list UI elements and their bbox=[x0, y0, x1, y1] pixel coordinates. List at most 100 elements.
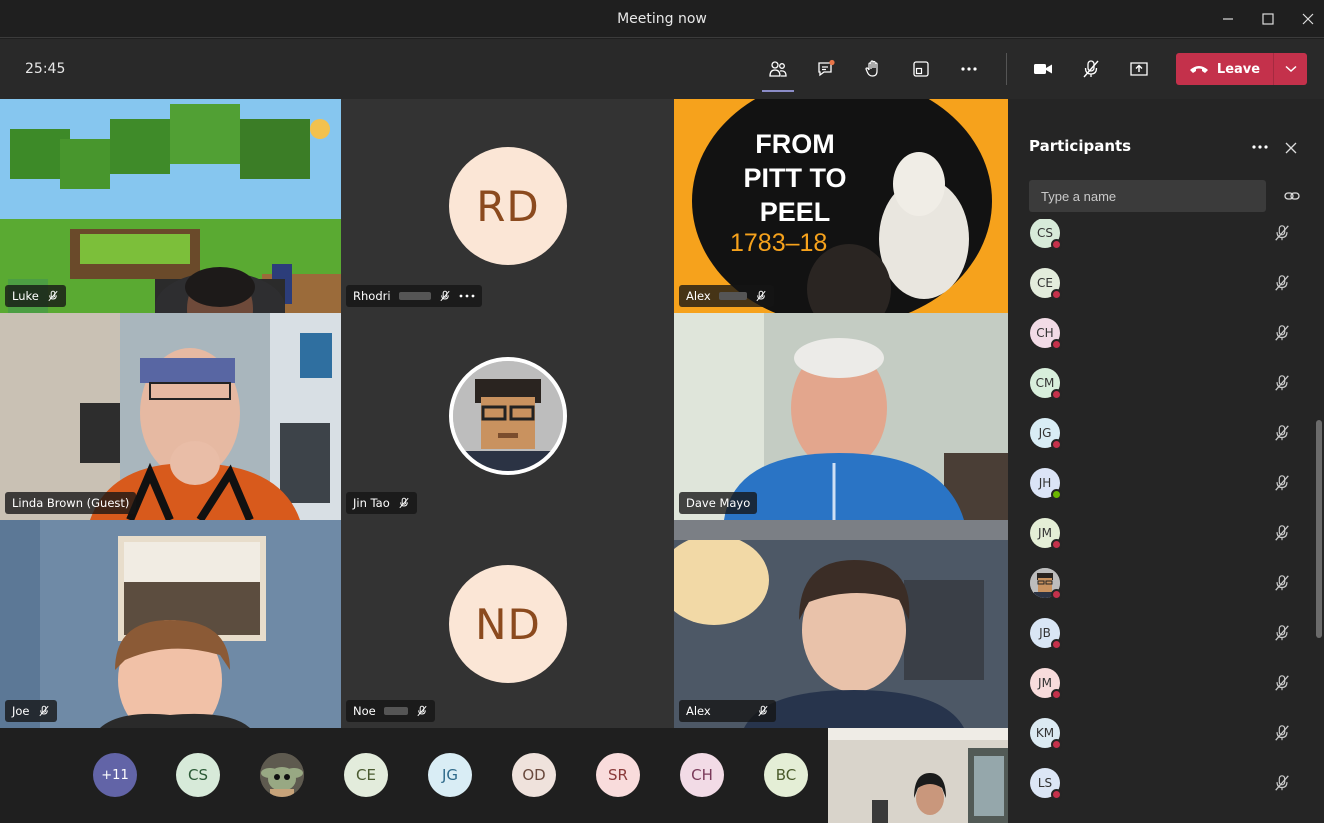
participant-list-scrollbar[interactable] bbox=[1316, 420, 1322, 638]
maximize-button[interactable] bbox=[1251, 6, 1285, 32]
minimize-icon bbox=[1223, 18, 1233, 20]
participant-chip[interactable]: JG bbox=[428, 753, 472, 797]
minecraft-background-image bbox=[0, 99, 341, 313]
breakout-rooms-button[interactable] bbox=[905, 53, 937, 85]
mic-off-icon bbox=[1275, 225, 1289, 241]
status-busy-icon bbox=[1051, 439, 1062, 450]
participant-chip-photo[interactable] bbox=[260, 753, 304, 797]
participant-initials: CH bbox=[1036, 326, 1054, 340]
video-tile-rhodri[interactable]: RD Rhodri bbox=[341, 99, 674, 313]
leave-options-button[interactable] bbox=[1273, 53, 1307, 85]
participant-initials: CS bbox=[1037, 226, 1053, 240]
panel-more-button[interactable] bbox=[1250, 139, 1270, 155]
participant-row[interactable]: JB bbox=[1008, 608, 1308, 658]
video-tile-dave-mayo[interactable]: Dave Mayo bbox=[674, 313, 1008, 520]
participant-row[interactable]: JM bbox=[1008, 658, 1308, 708]
participant-initials: JG bbox=[1038, 426, 1052, 440]
nameplate: Luke bbox=[5, 285, 66, 307]
participant-avatar: CH bbox=[1030, 318, 1062, 350]
participant-mute-toggle[interactable] bbox=[1273, 274, 1291, 292]
maximize-icon bbox=[1262, 13, 1274, 25]
participant-mute-toggle[interactable] bbox=[1273, 424, 1291, 442]
participant-row[interactable]: CM bbox=[1008, 358, 1308, 408]
video-tile-linda-brown[interactable]: Linda Brown (Guest) bbox=[0, 313, 341, 520]
meeting-timer: 25:45 bbox=[25, 61, 66, 77]
participant-mute-toggle[interactable] bbox=[1273, 724, 1291, 742]
show-chat-button[interactable] bbox=[810, 53, 842, 85]
participant-row[interactable]: JG bbox=[1008, 408, 1308, 458]
participant-chip[interactable]: CH bbox=[680, 753, 724, 797]
more-actions-button[interactable] bbox=[953, 53, 985, 85]
participant-mute-toggle[interactable] bbox=[1273, 574, 1291, 592]
share-screen-button[interactable] bbox=[1123, 53, 1155, 85]
leave-button[interactable]: Leave bbox=[1176, 53, 1273, 85]
status-available-icon bbox=[1051, 489, 1062, 500]
hang-up-icon bbox=[1189, 66, 1208, 73]
leave-label: Leave bbox=[1216, 61, 1261, 77]
mute-button[interactable] bbox=[1075, 53, 1107, 85]
participant-avatar: JG bbox=[1030, 418, 1062, 450]
participant-row[interactable]: JM bbox=[1008, 508, 1308, 558]
participant-search-input[interactable] bbox=[1029, 180, 1266, 212]
participant-row[interactable] bbox=[1008, 558, 1308, 608]
video-tile-jin-tao[interactable]: Jin Tao bbox=[341, 313, 674, 520]
camera-button[interactable] bbox=[1027, 53, 1059, 85]
more-icon[interactable] bbox=[459, 290, 475, 302]
participant-mute-toggle[interactable] bbox=[1273, 224, 1291, 242]
participant-chip[interactable]: OD bbox=[512, 753, 556, 797]
status-busy-icon bbox=[1051, 739, 1062, 750]
video-tile-luke[interactable]: Luke bbox=[0, 99, 341, 313]
participant-mute-toggle[interactable] bbox=[1273, 374, 1291, 392]
video-tile-noe[interactable]: ND Noe bbox=[341, 520, 674, 728]
participant-mute-toggle[interactable] bbox=[1273, 474, 1291, 492]
mic-off-icon bbox=[1275, 725, 1289, 741]
show-participants-button[interactable] bbox=[762, 53, 794, 92]
participant-name: Linda Brown (Guest) bbox=[12, 496, 130, 510]
video-tile-alex-slide[interactable]: FROM PITT TO PEEL 1783–18 Alex bbox=[674, 99, 1008, 313]
leave-button-group: Leave bbox=[1176, 53, 1307, 85]
participant-row[interactable]: JH bbox=[1008, 458, 1308, 508]
status-busy-icon bbox=[1051, 539, 1062, 550]
nameplate: Dave Mayo bbox=[679, 492, 758, 514]
participant-chip[interactable]: SR bbox=[596, 753, 640, 797]
meeting-toolbar: 25:45 Leave bbox=[0, 39, 1324, 99]
mic-off-icon bbox=[1275, 425, 1289, 441]
video-tile-joe[interactable]: Joe bbox=[0, 520, 341, 728]
participant-row[interactable]: CH bbox=[1008, 308, 1308, 358]
participant-mute-toggle[interactable] bbox=[1273, 774, 1291, 792]
participant-chip[interactable]: CS bbox=[176, 753, 220, 797]
participant-avatar: JB bbox=[1030, 618, 1062, 650]
self-view[interactable] bbox=[828, 728, 1008, 823]
participant-mute-toggle[interactable] bbox=[1273, 524, 1291, 542]
participant-row[interactable]: CE bbox=[1008, 258, 1308, 308]
share-icon bbox=[1130, 62, 1148, 76]
participant-name: Luke bbox=[12, 289, 39, 303]
participant-name: Dave Mayo bbox=[686, 496, 751, 510]
participant-mute-toggle[interactable] bbox=[1273, 674, 1291, 692]
video-tile-alex[interactable]: Alex bbox=[674, 520, 1008, 728]
more-participants-chip[interactable]: +11 bbox=[93, 753, 137, 797]
participant-chip[interactable]: BC bbox=[764, 753, 808, 797]
mic-off-icon bbox=[1275, 525, 1289, 541]
raise-hand-button[interactable] bbox=[857, 53, 889, 85]
redacted-surname bbox=[383, 707, 408, 715]
participant-avatar: CS bbox=[1030, 219, 1062, 250]
participant-chip[interactable]: CE bbox=[344, 753, 388, 797]
participant-row[interactable]: LS bbox=[1008, 758, 1308, 808]
mic-off-icon bbox=[399, 497, 409, 509]
status-busy-icon bbox=[1051, 639, 1062, 650]
video-feed-image bbox=[0, 313, 341, 520]
participant-row[interactable]: KM bbox=[1008, 708, 1308, 758]
minimize-button[interactable] bbox=[1211, 6, 1245, 32]
participants-panel: Participants CS CE CH CM JG JH JM JB JM KM LS bbox=[1008, 99, 1324, 823]
participant-name: Jin Tao bbox=[353, 496, 390, 510]
close-button[interactable] bbox=[1291, 6, 1324, 32]
participant-mute-toggle[interactable] bbox=[1273, 324, 1291, 342]
share-invite-button[interactable] bbox=[1283, 187, 1301, 205]
mic-off-icon bbox=[1275, 625, 1289, 641]
mic-off-icon bbox=[417, 705, 427, 717]
panel-close-button[interactable] bbox=[1284, 140, 1300, 156]
mic-off-icon bbox=[1275, 575, 1289, 591]
participant-mute-toggle[interactable] bbox=[1273, 624, 1291, 642]
participant-row[interactable]: CS bbox=[1008, 219, 1308, 258]
